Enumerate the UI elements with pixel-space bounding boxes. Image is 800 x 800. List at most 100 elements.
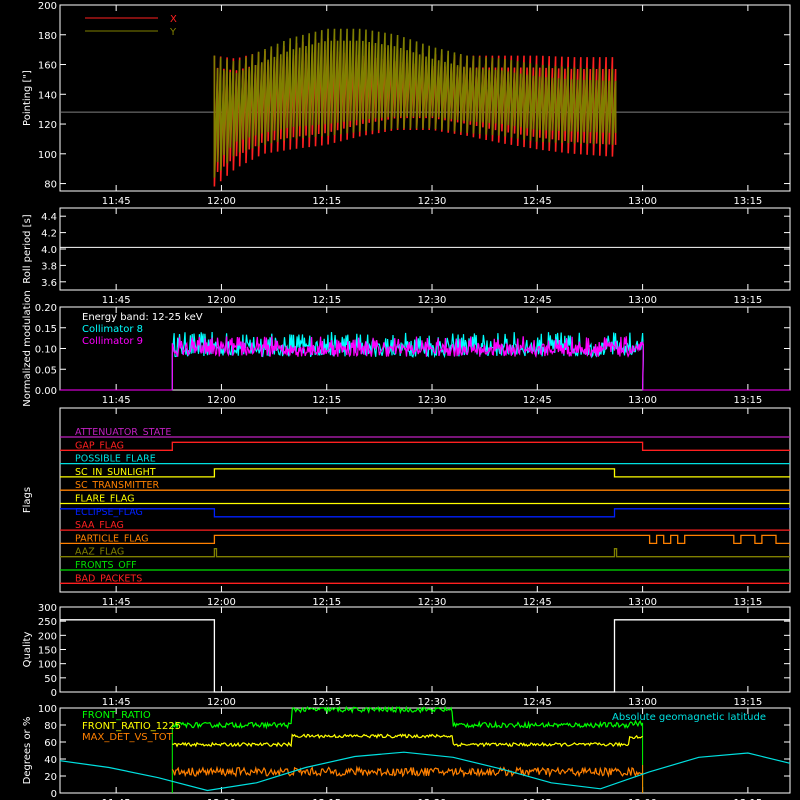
- y-tick-label-0-2: 120: [38, 120, 57, 131]
- panel-frame-1: [59, 207, 791, 291]
- x-tick-label-2-1: 12:00: [207, 395, 236, 406]
- x-tick-label-2-5: 13:00: [628, 395, 657, 406]
- y-tick-label-0-6: 200: [38, 1, 57, 12]
- flag-label-10: FRONTS_OFF: [75, 560, 137, 571]
- x-tick-label-2-0: 11:45: [102, 395, 131, 406]
- flag-line-1: [60, 441, 790, 451]
- y-tick-label-4-0: 0: [51, 688, 57, 699]
- y-tick-label-5-0: 0: [51, 789, 57, 800]
- flag-label-11: BAD_PACKETS: [75, 573, 142, 584]
- x-tick-label-3-4: 12:45: [523, 597, 552, 608]
- y-tick-label-0-5: 180: [38, 31, 57, 42]
- x-tick-label-1-1: 12:00: [207, 295, 236, 306]
- flag-line-6: [60, 508, 790, 518]
- y-tick-label-0-4: 160: [38, 61, 57, 72]
- y-tick-label-5-4: 80: [44, 721, 57, 732]
- x-tick-label-1-4: 12:45: [523, 295, 552, 306]
- y-tick-label-1-2: 4.0: [41, 245, 57, 256]
- y-tick-label-4-4: 200: [38, 631, 57, 642]
- x-tick-label-0-2: 12:15: [312, 196, 341, 207]
- x-tick-label-2-6: 13:15: [733, 395, 762, 406]
- y-tick-label-2-1: 0.05: [35, 365, 57, 376]
- y-tick-label-5-2: 40: [44, 755, 57, 766]
- x-tick-label-3-2: 12:15: [312, 597, 341, 608]
- y-axis-label-4: Quality: [22, 632, 33, 668]
- x-tick-label-2-3: 12:30: [418, 395, 447, 406]
- flag-line-8: [60, 534, 790, 545]
- x-tick-label-4-5: 13:00: [628, 697, 657, 708]
- x-tick-label-0-4: 12:45: [523, 196, 552, 207]
- quality-line: [60, 619, 790, 693]
- x-tick-label-4-2: 12:15: [312, 697, 341, 708]
- y-tick-label-1-1: 3.8: [41, 261, 57, 272]
- flag-label-0: ATTENUATOR_STATE: [75, 427, 171, 438]
- y-axis-label-2: Normalized modulation: [22, 290, 33, 407]
- y-tick-label-5-1: 20: [44, 772, 57, 783]
- y-tick-label-1-0: 3.6: [41, 278, 57, 289]
- x-tick-label-1-0: 11:45: [102, 295, 131, 306]
- legend-label-Y: Y: [169, 27, 177, 38]
- flag-label-2: POSSIBLE_FLARE: [75, 454, 156, 465]
- x-tick-label-4-4: 12:45: [523, 697, 552, 708]
- x-tick-label-1-3: 12:30: [418, 295, 447, 306]
- ratio-series-1: [172, 733, 643, 748]
- flag-label-6: ECLIPSE_FLAG: [75, 507, 143, 518]
- x-tick-label-0-3: 12:30: [418, 196, 447, 207]
- pointing-series-Y: [213, 28, 617, 178]
- x-tick-label-2-4: 12:45: [523, 395, 552, 406]
- x-tick-label-0-5: 13:00: [628, 196, 657, 207]
- flag-label-3: SC_IN_SUNLIGHT: [75, 467, 156, 478]
- y-tick-label-4-2: 100: [38, 660, 57, 671]
- y-tick-label-4-5: 250: [38, 617, 57, 628]
- x-tick-label-0-0: 11:45: [102, 196, 131, 207]
- y-tick-label-5-5: 100: [38, 704, 57, 715]
- flag-label-5: FLARE_FLAG: [75, 494, 135, 505]
- modulation-legend-0: Energy band: 12-25 keV: [82, 312, 203, 323]
- rhessi-quicklook-figure: 11:45 12:00 12:15 12:30 12:45 13:00 13:15 80 100…: [0, 0, 800, 800]
- x-tick-label-3-0: 11:45: [102, 597, 131, 608]
- y-axis-label-1: Roll period [s]: [22, 214, 33, 283]
- modulation-legend-2: Collimator 9: [82, 336, 143, 347]
- x-tick-label-0-6: 13:15: [733, 196, 762, 207]
- x-tick-label-1-2: 12:15: [312, 295, 341, 306]
- x-tick-label-4-0: 11:45: [102, 697, 131, 708]
- y-tick-label-4-3: 150: [38, 646, 57, 657]
- modulation-legend-1: Collimator 8: [82, 324, 143, 335]
- flag-label-1: GAP_FLAG: [75, 440, 124, 451]
- y-tick-label-2-2: 0.10: [35, 345, 57, 356]
- plot-canvas: 11:45 12:00 12:15 12:30 12:45 13:00 13:15 80 100…: [22, 1, 791, 800]
- flag-label-4: SC_TRANSMITTER: [75, 480, 160, 491]
- ratio-legend-1: FRONT_RATIO_1225: [82, 721, 181, 732]
- x-tick-label-1-6: 13:15: [733, 295, 762, 306]
- x-tick-label-3-6: 13:15: [733, 597, 762, 608]
- x-tick-label-3-3: 12:30: [418, 597, 447, 608]
- y-tick-label-2-0: 0.00: [35, 386, 57, 397]
- y-tick-label-5-3: 60: [44, 738, 57, 749]
- x-tick-label-4-6: 13:15: [733, 697, 762, 708]
- y-tick-label-2-3: 0.15: [35, 324, 57, 335]
- y-tick-label-0-3: 140: [38, 90, 57, 101]
- x-tick-label-0-1: 12:00: [207, 196, 236, 207]
- y-tick-label-0-1: 100: [38, 150, 57, 161]
- y-tick-label-1-4: 4.4: [41, 212, 57, 223]
- ratio-legend-0: FRONT_RATIO: [82, 710, 151, 721]
- y-tick-label-1-3: 4.2: [41, 229, 57, 240]
- x-tick-label-3-1: 12:00: [207, 597, 236, 608]
- flag-line-9: [60, 548, 790, 558]
- x-tick-label-1-5: 13:00: [628, 295, 657, 306]
- ratio-legend-2: MAX_DET_VS_TOT: [82, 732, 174, 743]
- flag-label-9: AAZ_FLAG: [75, 547, 124, 558]
- legend-label-X: X: [170, 14, 177, 25]
- y-tick-label-0-0: 80: [44, 180, 57, 191]
- y-tick-label-2-4: 0.20: [35, 303, 57, 314]
- y-tick-label-4-6: 300: [38, 603, 57, 614]
- x-tick-label-3-5: 13:00: [628, 597, 657, 608]
- y-axis-label-3: Flags: [22, 487, 33, 513]
- y-axis-label-5: Degrees or %: [22, 717, 33, 785]
- ratio-legend-3: Absolute geomagnetic latitude: [612, 712, 766, 723]
- y-tick-label-4-1: 50: [44, 674, 57, 685]
- ratio-series-0: [171, 705, 644, 730]
- x-tick-label-2-2: 12:15: [312, 395, 341, 406]
- flag-label-8: PARTICLE_FLAG: [75, 533, 148, 544]
- ratio-series-2: [171, 765, 643, 778]
